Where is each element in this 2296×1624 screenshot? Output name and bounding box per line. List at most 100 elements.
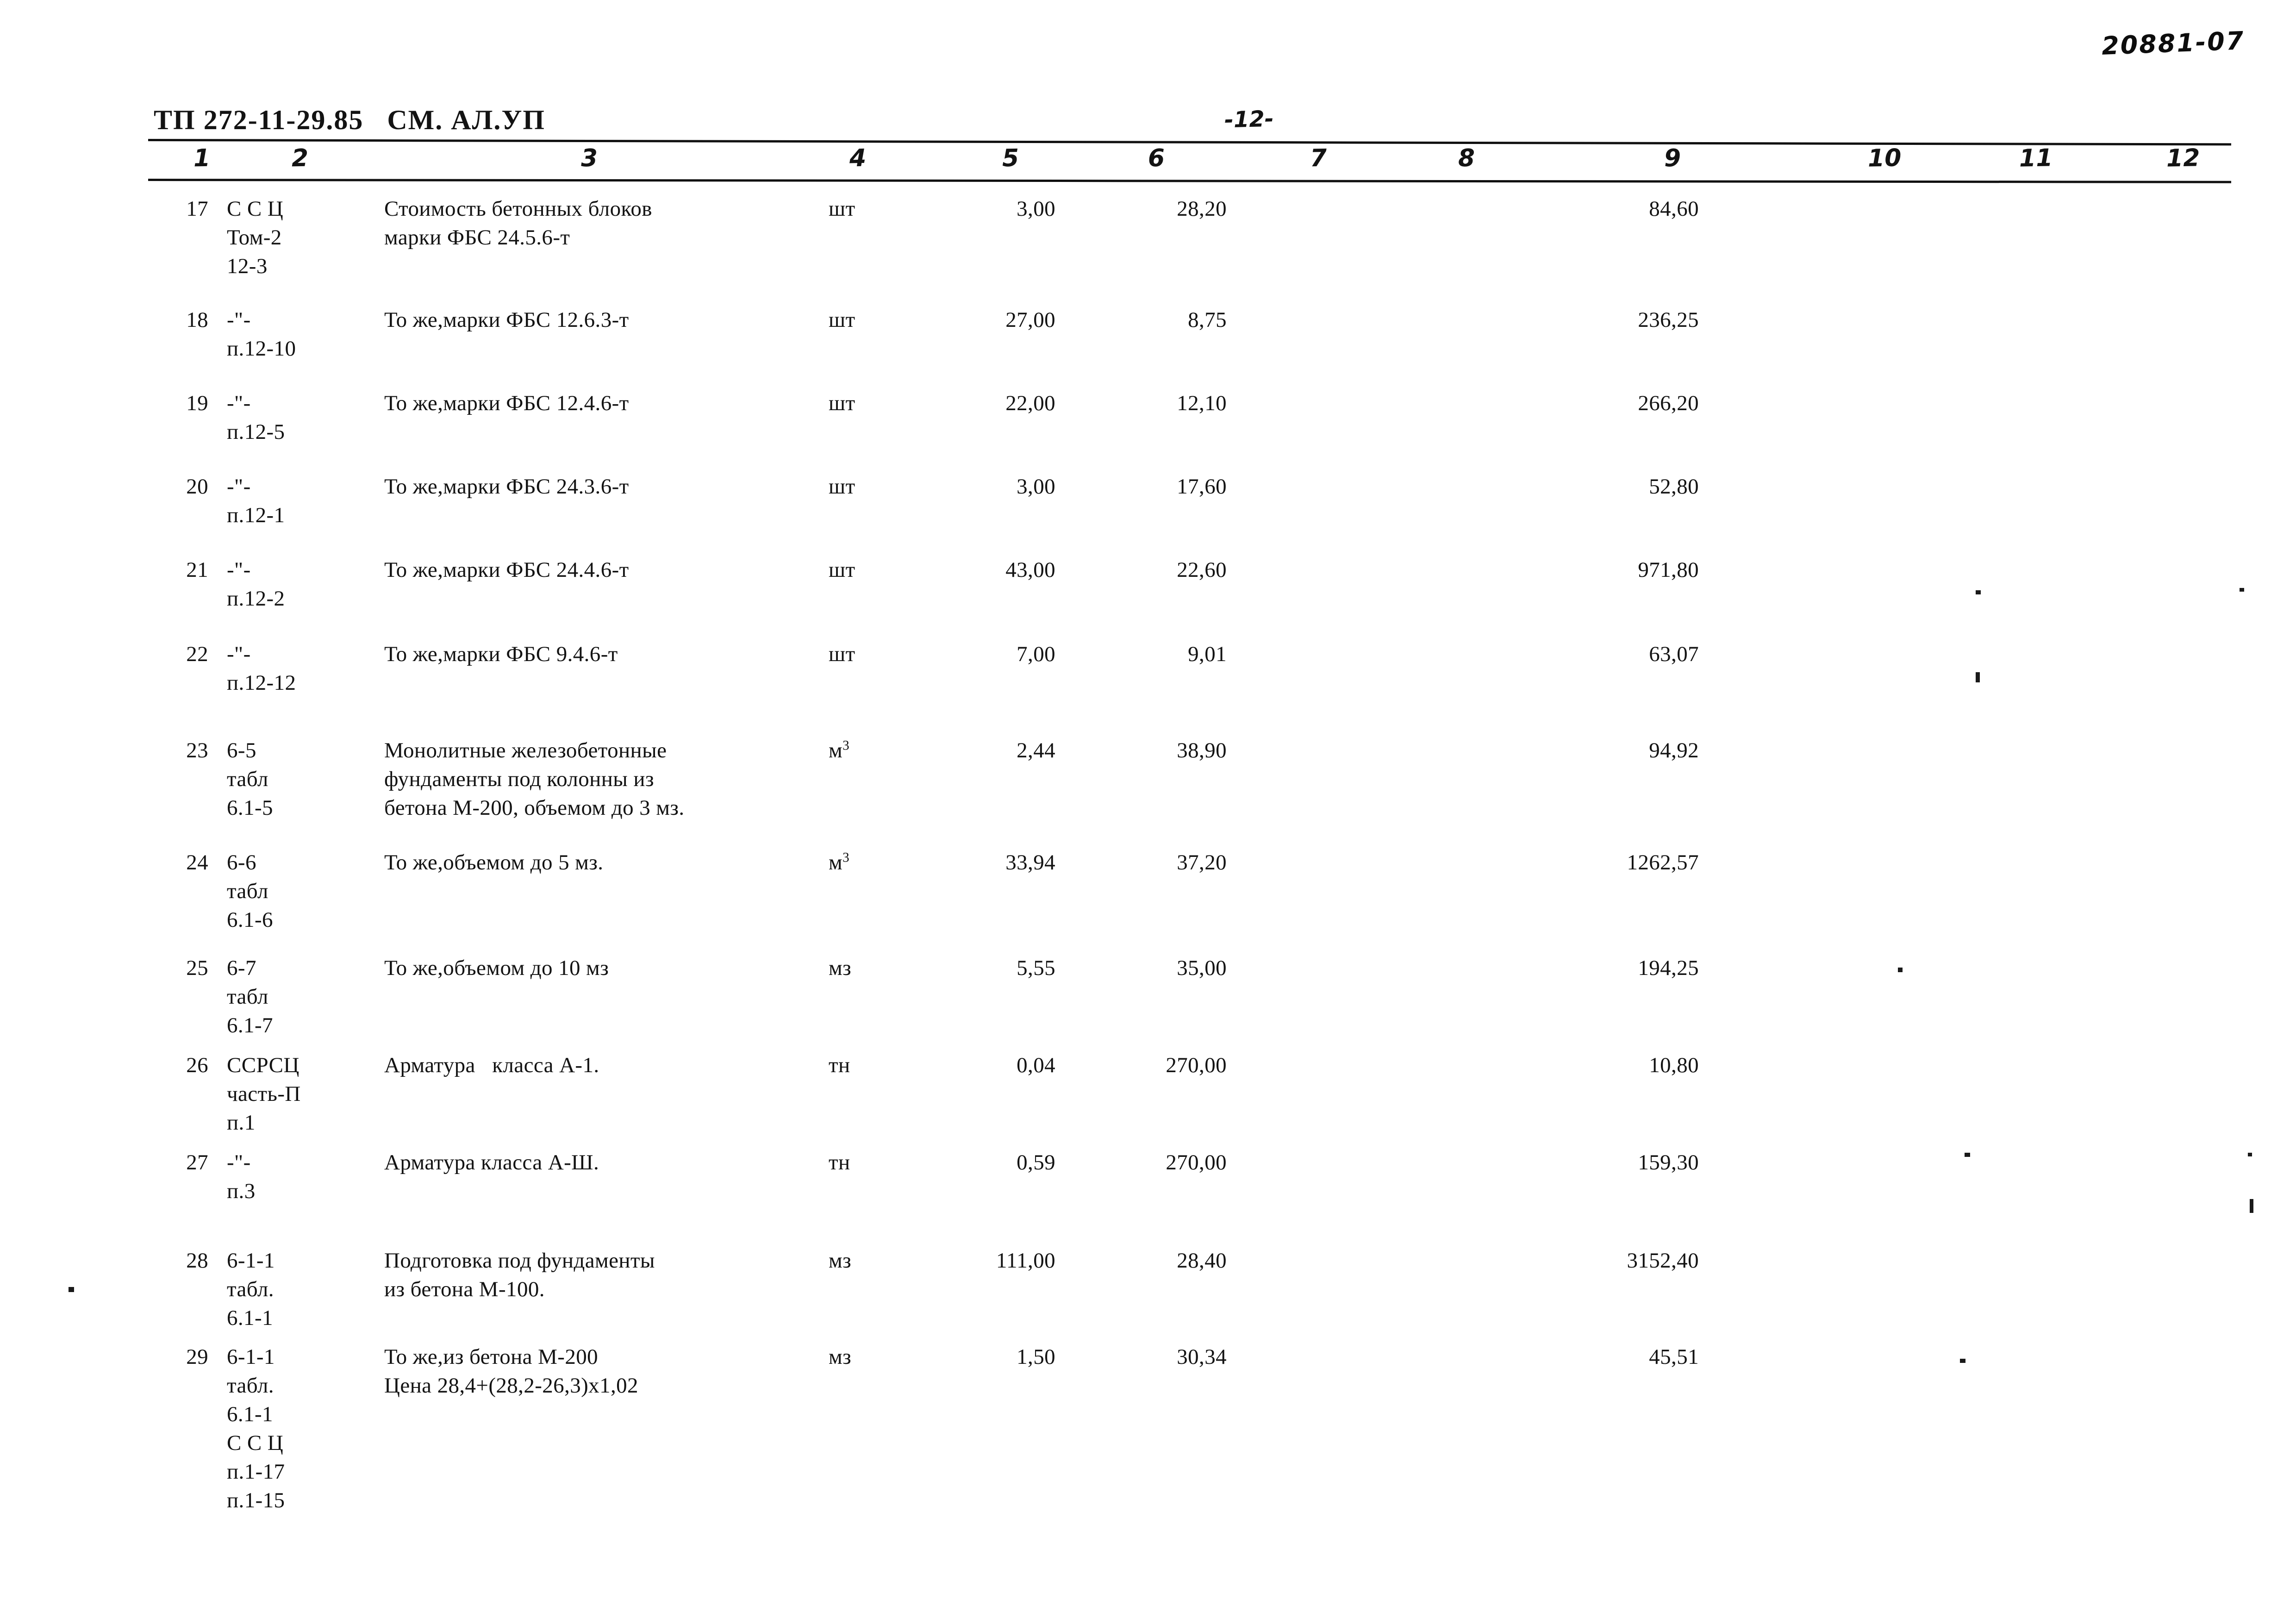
cell-row-number: 22 [186, 642, 208, 666]
cell-row-number: 25 [186, 956, 208, 980]
code-line: табл. [227, 1277, 274, 1301]
description-line: То же,марки ФБС 24.3.6-т [384, 475, 629, 499]
cell-unit: шт [829, 475, 855, 499]
cell-quantity: 3,00 [1017, 197, 1055, 221]
cell-total: 84,60 [1649, 197, 1699, 221]
code-line: -"- [227, 642, 251, 666]
cell-total: 52,80 [1649, 475, 1699, 499]
cell-quantity: 5,55 [1017, 956, 1055, 980]
cell-unit: мз [829, 956, 852, 980]
cell-row-number: 20 [186, 475, 208, 499]
description-line: Стоимость бетонных блоков [384, 197, 652, 221]
description-line: Подготовка под фундаменты [384, 1249, 655, 1273]
cell-norm-code: -"- п.12-1 [227, 472, 285, 530]
cell-unit: мз [829, 1249, 852, 1273]
scan-speck [1976, 672, 1980, 682]
code-line: Том-2 [227, 225, 282, 250]
cell-unit-price: 30,34 [1177, 1345, 1227, 1369]
cell-unit-price: 35,00 [1177, 956, 1227, 980]
cell-total: 971,80 [1638, 558, 1699, 582]
cell-description: Стоимость бетонных блоков марки ФБС 24.5.… [384, 194, 652, 252]
scan-speck [1960, 1359, 1965, 1363]
cell-unit-price: 17,60 [1177, 475, 1227, 499]
cell-quantity: 43,00 [1005, 558, 1055, 582]
code-line: п.12-12 [227, 671, 296, 695]
scan-speck [1898, 968, 1903, 972]
description-line: фундаменты под колонны из [384, 767, 654, 791]
code-line: 6-1-1 [227, 1249, 275, 1273]
cell-description: Монолитные железобетонные фундаменты под … [384, 736, 685, 822]
cell-row-number: 28 [186, 1249, 208, 1273]
cell-row-number: 27 [186, 1150, 208, 1174]
code-line: -"- [227, 558, 251, 582]
cell-unit: м3 [829, 738, 850, 762]
cell-unit-price: 12,10 [1177, 391, 1227, 415]
code-line: 12-3 [227, 254, 268, 278]
cell-quantity: 0,59 [1017, 1150, 1055, 1174]
cell-description: Подготовка под фундаменты из бетона М-100… [384, 1246, 655, 1304]
cell-total: 94,92 [1649, 738, 1699, 762]
description-line: Арматура класса А-1. [384, 1053, 599, 1077]
cell-total: 159,30 [1638, 1150, 1699, 1174]
cell-row-number: 24 [186, 850, 208, 874]
cell-unit: мз [829, 1345, 852, 1369]
description-line: То же,из бетона М-200 [384, 1345, 599, 1369]
cell-norm-code: 6-5 табл 6.1-5 [227, 736, 273, 822]
cell-unit: тн [829, 1150, 850, 1174]
cell-description: То же,из бетона М-200 Цена 28,4+(28,2-26,… [384, 1343, 638, 1400]
code-line: п.12-10 [227, 337, 296, 361]
cell-row-number: 21 [186, 558, 208, 582]
code-line: С С Ц [227, 197, 284, 221]
cell-quantity: 111,00 [996, 1249, 1055, 1273]
cell-description: То же,марки ФБС 24.4.6-т [384, 556, 629, 584]
cell-norm-code: -"- п.12-10 [227, 306, 296, 363]
cell-description: То же,марки ФБС 9.4.6-т [384, 640, 618, 668]
code-line: С С Ц [227, 1431, 284, 1455]
cell-unit-price: 270,00 [1166, 1053, 1227, 1077]
cell-norm-code: С С Ц Том-2 12-3 [227, 194, 283, 281]
cell-description: То же,марки ФБС 24.3.6-т [384, 472, 629, 501]
code-line: п.12-5 [227, 420, 285, 444]
cell-total: 194,25 [1638, 956, 1699, 980]
cell-row-number: 17 [186, 197, 208, 221]
code-line: табл [227, 879, 268, 903]
cell-description: То же,марки ФБС 12.4.6-т [384, 389, 629, 418]
cell-unit: м3 [829, 850, 850, 874]
cell-unit-price: 270,00 [1166, 1150, 1227, 1174]
cell-total: 10,80 [1649, 1053, 1699, 1077]
cell-row-number: 26 [186, 1053, 208, 1077]
description-line: Арматура класса А-Ш. [384, 1150, 599, 1174]
description-line: То же,марки ФБС 24.4.6-т [384, 558, 629, 582]
cell-row-number: 18 [186, 308, 208, 332]
cell-total: 45,51 [1649, 1345, 1699, 1369]
scan-speck [2248, 1153, 2252, 1156]
cell-row-number: 29 [186, 1345, 208, 1369]
cell-description: То же,объемом до 10 мз [384, 954, 609, 982]
description-line: бетона М-200, объемом до 3 мз. [384, 796, 685, 820]
code-line: табл [227, 985, 268, 1009]
code-line: 6-6 [227, 850, 256, 874]
cell-quantity: 27,00 [1005, 308, 1055, 332]
cell-unit: шт [829, 197, 855, 221]
code-line: п.12-1 [227, 503, 285, 527]
code-line: табл. [227, 1374, 274, 1398]
cell-description: То же,объемом до 5 мз. [384, 848, 603, 877]
description-line: То же,марки ФБС 12.6.3-т [384, 308, 629, 332]
description-line: из бетона М-100. [384, 1277, 545, 1301]
cell-row-number: 23 [186, 738, 208, 762]
description-line: Цена 28,4+(28,2-26,3)х1,02 [384, 1374, 638, 1398]
cell-quantity: 3,00 [1017, 475, 1055, 499]
cell-unit: шт [829, 391, 855, 415]
description-line: Монолитные железобетонные [384, 738, 667, 762]
cell-quantity: 0,04 [1017, 1053, 1055, 1077]
cell-unit-price: 8,75 [1188, 308, 1227, 332]
cell-norm-code: 6-1-1 табл. 6.1-1 [227, 1246, 275, 1332]
cell-quantity: 1,50 [1017, 1345, 1055, 1369]
code-line: 6-7 [227, 956, 256, 980]
code-line: п.3 [227, 1179, 256, 1203]
document-page: 20881-07 ТП 272-11-29.85 СМ. АЛ.УП -12- … [0, 0, 2296, 1624]
cell-row-number: 19 [186, 391, 208, 415]
cell-total: 3152,40 [1627, 1249, 1699, 1273]
scan-speck [1976, 590, 1981, 594]
cell-unit: шт [829, 642, 855, 666]
